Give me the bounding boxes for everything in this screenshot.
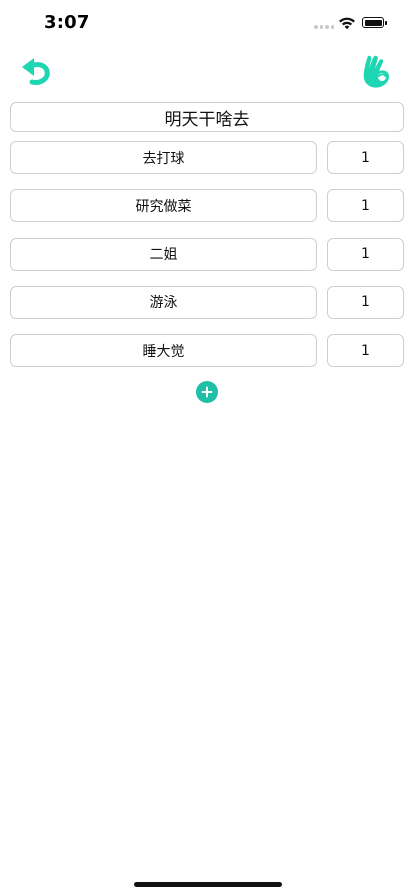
option-weight-field[interactable]: 1 — [327, 141, 404, 174]
option-name-field[interactable]: 去打球 — [10, 141, 317, 174]
option-row: 研究做菜 1 — [10, 189, 404, 223]
option-row: 去打球 1 — [10, 141, 404, 174]
app-screen: 3:07 明天干啥去 去打球 1 研究做菜 1 二姐 1 游泳 1 睡大觉 1 — [0, 0, 414, 896]
option-list: 去打球 1 研究做菜 1 二姐 1 游泳 1 睡大觉 1 — [10, 141, 404, 382]
add-option-button[interactable] — [196, 381, 218, 403]
option-weight-field[interactable]: 1 — [327, 237, 404, 271]
option-weight-field[interactable]: 1 — [327, 189, 404, 223]
option-weight-field[interactable]: 1 — [327, 285, 404, 319]
status-bar: 3:07 — [0, 0, 414, 46]
option-name-field[interactable]: 二姐 — [10, 237, 317, 271]
cellular-signal-icon — [314, 25, 334, 29]
option-name-field[interactable]: 睡大觉 — [10, 334, 317, 368]
option-name-field[interactable]: 游泳 — [10, 285, 317, 319]
option-row: 游泳 1 — [10, 285, 404, 319]
option-row: 睡大觉 1 — [10, 334, 404, 368]
wifi-icon — [339, 17, 355, 30]
undo-icon[interactable] — [20, 54, 54, 88]
status-time: 3:07 — [44, 12, 90, 33]
option-name-field[interactable]: 研究做菜 — [10, 189, 317, 223]
battery-icon — [362, 17, 387, 28]
ok-hand-icon[interactable] — [360, 52, 394, 90]
option-weight-field[interactable]: 1 — [327, 334, 404, 368]
home-indicator[interactable] — [134, 882, 282, 887]
list-title-field[interactable]: 明天干啥去 — [10, 102, 404, 132]
option-row: 二姐 1 — [10, 237, 404, 271]
plus-icon — [201, 386, 213, 398]
